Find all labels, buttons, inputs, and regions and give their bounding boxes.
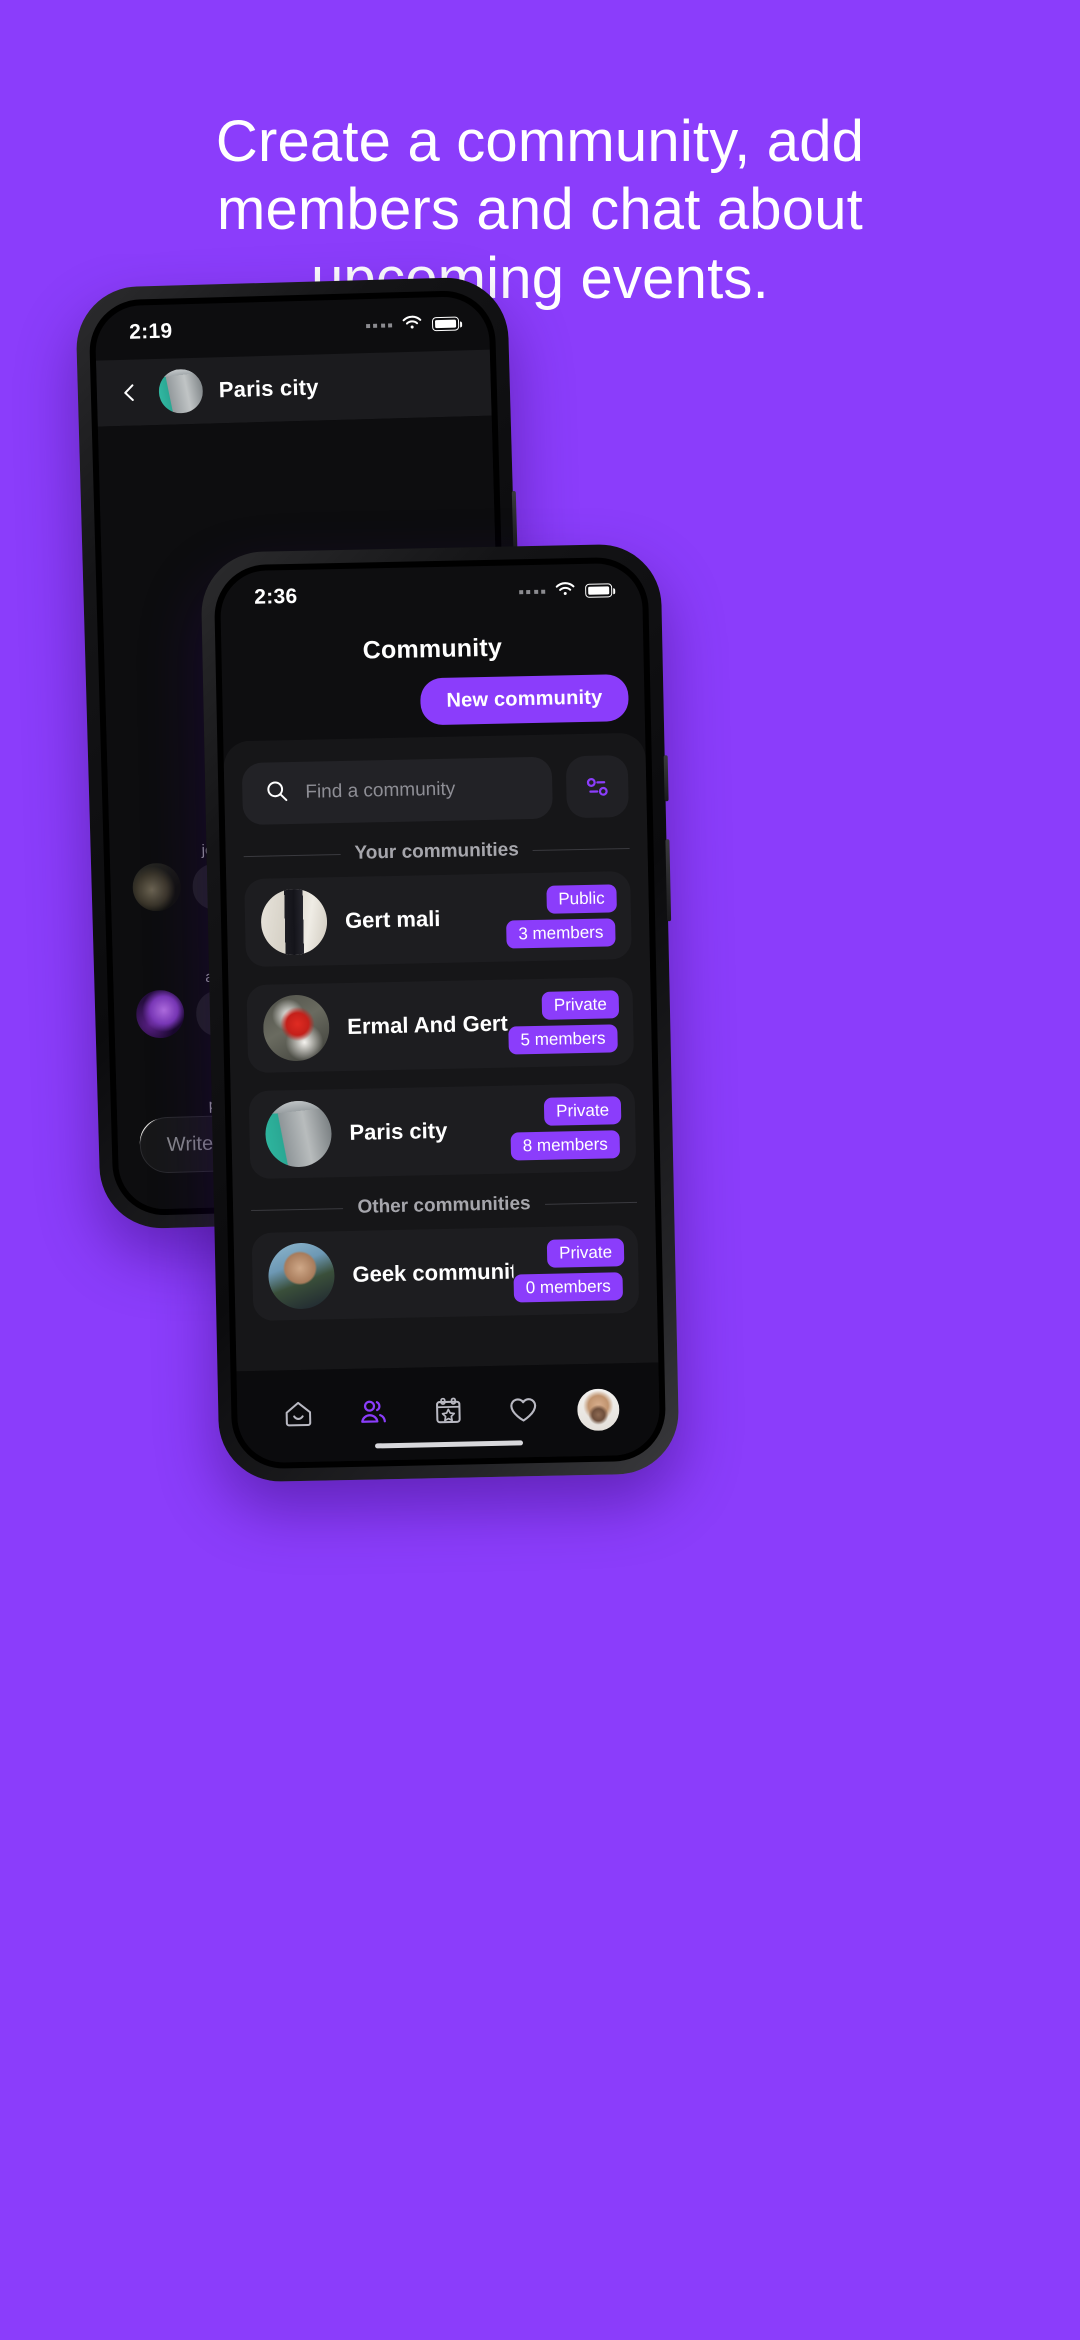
nav-item-events[interactable] bbox=[425, 1389, 472, 1436]
community-avatar-paris bbox=[158, 368, 204, 414]
members-badge: 0 members bbox=[513, 1272, 624, 1303]
page-title: Community bbox=[362, 633, 503, 665]
page-headline: Create a community, add members and chat… bbox=[0, 108, 1080, 313]
privacy-badge: Public bbox=[546, 884, 617, 914]
headline-line-1: Create a community, add bbox=[215, 109, 865, 174]
promo-screenshot: Create a community, add members and chat… bbox=[0, 0, 1080, 2340]
home-icon bbox=[281, 1396, 316, 1436]
signal-dots-icon bbox=[365, 323, 393, 329]
signal-dots-icon bbox=[518, 589, 546, 595]
community-name: Ermal And Gerti bbox=[346, 1010, 509, 1039]
user-avatar-john[interactable] bbox=[132, 862, 182, 912]
divider-line bbox=[544, 1201, 638, 1205]
community-avatar-gert-mali bbox=[260, 888, 328, 956]
battery-full-icon bbox=[431, 316, 460, 332]
search-icon bbox=[264, 778, 290, 809]
phone-mockup-community: 2:36 Community New community Find a comm… bbox=[200, 543, 680, 1483]
community-list-item[interactable]: Ermal And Gerti Private 5 members bbox=[246, 976, 635, 1074]
nav-item-community[interactable] bbox=[350, 1391, 397, 1438]
chevron-left-icon[interactable] bbox=[117, 379, 144, 406]
community-name: Gert mali bbox=[344, 905, 441, 933]
status-bar-clock: 2:19 bbox=[128, 319, 173, 344]
members-badge: 8 members bbox=[510, 1130, 621, 1161]
community-screen: 2:36 Community New community Find a comm… bbox=[219, 562, 661, 1464]
status-bar-clock: 2:36 bbox=[254, 584, 298, 609]
section-header-your-communities: Your communities bbox=[243, 837, 630, 867]
people-icon bbox=[356, 1395, 391, 1435]
phone-bezel: 2:36 Community New community Find a comm… bbox=[213, 556, 667, 1470]
heart-icon bbox=[506, 1391, 541, 1431]
divider-line bbox=[243, 853, 341, 857]
wifi-icon bbox=[554, 581, 576, 602]
headline-line-2: members and chat about bbox=[217, 177, 863, 243]
community-name: Paris city bbox=[349, 1117, 448, 1145]
members-badge: 3 members bbox=[506, 918, 616, 949]
nav-item-favorites[interactable] bbox=[500, 1388, 547, 1435]
phone-volume-button bbox=[665, 839, 672, 922]
search-placeholder: Find a community bbox=[305, 778, 456, 803]
bottom-navigation bbox=[236, 1362, 661, 1464]
phone-side-button bbox=[511, 490, 518, 550]
section-label: Your communities bbox=[354, 839, 519, 864]
wifi-icon bbox=[401, 314, 424, 336]
nav-item-home[interactable] bbox=[275, 1393, 322, 1440]
battery-full-icon bbox=[585, 583, 613, 598]
members-badge: 5 members bbox=[508, 1024, 618, 1055]
search-row: Find a community bbox=[241, 755, 629, 826]
divider-line bbox=[532, 847, 630, 851]
divider-line bbox=[251, 1207, 344, 1211]
calendar-star-icon bbox=[431, 1393, 466, 1433]
community-avatar-ermal-and-gerti bbox=[262, 994, 330, 1062]
search-input[interactable]: Find a community bbox=[241, 756, 553, 826]
community-list-item[interactable]: Paris city Private 8 members bbox=[248, 1082, 637, 1180]
community-panel: Find a community Your communities Gert m… bbox=[223, 732, 659, 1372]
user-avatar-antoine[interactable] bbox=[135, 989, 185, 1039]
community-avatar-geek-community bbox=[267, 1242, 336, 1310]
section-label: Other communities bbox=[357, 1193, 531, 1218]
chat-header: Paris city bbox=[95, 349, 492, 427]
new-community-button[interactable]: New community bbox=[420, 673, 629, 726]
filter-sliders-icon[interactable] bbox=[565, 755, 629, 819]
privacy-badge: Private bbox=[543, 1096, 622, 1126]
community-name: Geek community bbox=[352, 1258, 514, 1287]
privacy-badge: Private bbox=[546, 1238, 625, 1268]
chat-title: Paris city bbox=[218, 374, 319, 403]
community-list-item[interactable]: Geek community Private 0 members bbox=[251, 1224, 640, 1321]
profile-avatar bbox=[576, 1388, 620, 1432]
privacy-badge: Private bbox=[541, 990, 620, 1020]
community-list-item[interactable]: Gert mali Public 3 members bbox=[244, 870, 632, 968]
nav-item-profile[interactable] bbox=[574, 1386, 621, 1433]
new-community-row: New community bbox=[222, 668, 645, 742]
section-header-other-communities: Other communities bbox=[251, 1191, 638, 1221]
status-bar-front: 2:36 bbox=[220, 563, 643, 626]
community-avatar-paris-city bbox=[264, 1100, 333, 1168]
phone-side-button bbox=[663, 755, 669, 802]
